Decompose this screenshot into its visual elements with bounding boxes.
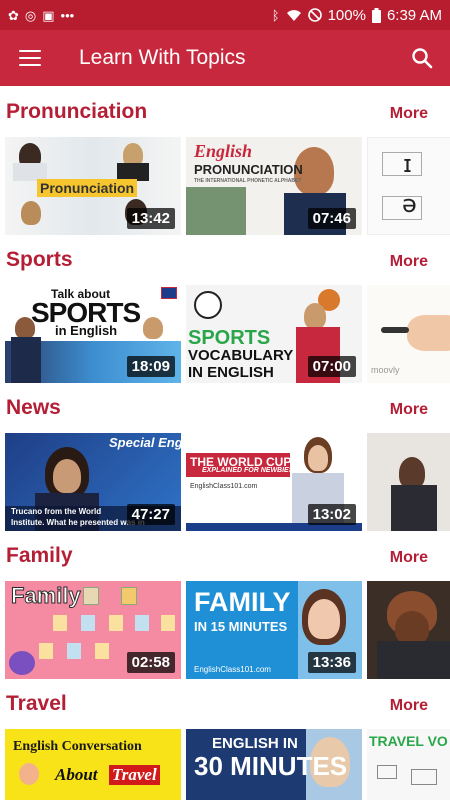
video-caption: ɪ: [403, 150, 412, 178]
video-caption: in English: [55, 323, 118, 338]
video-duration: 13:42: [126, 208, 175, 229]
video-thumbnail[interactable]: moovly: [367, 285, 450, 383]
video-row: English Conversation About Travel ENGLIS…: [5, 729, 450, 800]
video-thumbnail[interactable]: FAMILY IN 15 MINUTES EnglishClass101.com…: [186, 581, 362, 679]
app-title: Learn With Topics: [79, 46, 246, 69]
more-notifications-icon: •••: [60, 7, 75, 23]
video-thumbnail[interactable]: [367, 581, 450, 679]
video-thumbnail[interactable]: English PRONUNCIATION THE INTERNATIONAL …: [186, 137, 362, 235]
section-pronunciation: Pronunciation More Pronunciation 13:42 E…: [0, 86, 450, 235]
do-not-disturb-icon: [307, 8, 322, 22]
section-family: Family More Family 02:58 FAMILY IN 15 MI…: [0, 530, 450, 679]
bluetooth-icon: ᛒ: [271, 7, 280, 23]
video-caption: EnglishClass101.com: [194, 665, 271, 674]
video-caption: PRONUNCIATION: [194, 162, 303, 177]
video-caption: VOCABULARY: [188, 347, 294, 364]
status-bar: ✿ ◎ ▣ ••• ᛒ 100% 6:39 AM: [0, 0, 450, 30]
section-travel: Travel More English Conversation About T…: [0, 678, 450, 800]
search-button[interactable]: [394, 30, 450, 86]
video-caption: IN 15 MINUTES: [194, 619, 288, 634]
video-caption: About: [55, 765, 98, 784]
more-button[interactable]: More: [390, 549, 428, 567]
search-icon: [412, 48, 433, 69]
video-row: Family 02:58 FAMILY IN 15 MINUTES Englis…: [5, 581, 450, 679]
video-caption: EXPLAINED FOR NEWBIES!: [202, 467, 296, 474]
section-title: Family: [6, 544, 73, 567]
video-row: Talk about SPORTS in English 18:09 SPORT…: [5, 285, 450, 383]
video-caption: 30 MINUTES: [194, 751, 348, 781]
battery-icon: [371, 7, 381, 23]
video-caption: Special English: [109, 435, 181, 450]
video-caption: IN ENGLISH: [188, 364, 274, 381]
video-duration: 07:00: [307, 356, 356, 377]
video-caption: English Conversation: [13, 739, 142, 754]
status-left-icons: ✿ ◎ ▣ •••: [8, 9, 74, 22]
video-caption: ENGLISH IN: [212, 735, 298, 752]
video-caption: THE INTERNATIONAL PHONETIC ALPHABET: [194, 178, 302, 184]
video-duration: 02:58: [126, 652, 175, 673]
status-right-icons: ᛒ 100% 6:39 AM: [272, 7, 442, 24]
video-row: Pronunciation 13:42 English PRONUNCIATIO…: [5, 137, 450, 235]
more-button[interactable]: More: [390, 401, 428, 419]
video-thumbnail[interactable]: Talk about SPORTS in English 18:09: [5, 285, 181, 383]
video-thumbnail[interactable]: THE WORLD CUP EXPLAINED FOR NEWBIES! Eng…: [186, 433, 362, 531]
battery-percent: 100%: [327, 6, 366, 24]
status-time: 6:39 AM: [386, 6, 442, 24]
video-duration: 13:36: [307, 652, 356, 673]
video-duration: 07:46: [307, 208, 356, 229]
target-icon: ◎: [24, 7, 37, 23]
section-title: News: [6, 396, 61, 419]
video-caption: FAMILY: [194, 587, 291, 617]
video-thumbnail[interactable]: Family 02:58: [5, 581, 181, 679]
video-duration: 47:27: [126, 504, 175, 525]
camera-app-icon: ▣: [42, 7, 55, 23]
section-title: Sports: [6, 248, 73, 271]
app-bar: Learn With Topics: [0, 30, 450, 86]
wifi-icon: [286, 10, 301, 21]
sync-icon: ✿: [8, 7, 19, 23]
menu-icon: [19, 50, 41, 66]
more-button[interactable]: More: [390, 697, 428, 715]
video-caption: Travel: [109, 765, 160, 785]
video-thumbnail[interactable]: SPORTS VOCABULARY IN ENGLISH 07:00: [186, 285, 362, 383]
video-caption: English: [194, 141, 253, 161]
section-sports: Sports More Talk about SPORTS in English…: [0, 234, 450, 383]
video-caption: Family: [11, 583, 82, 609]
video-caption: Trucano from the World: [11, 507, 102, 516]
video-thumbnail[interactable]: English Conversation About Travel: [5, 729, 181, 800]
video-row: Special English Trucano from the World I…: [5, 433, 450, 531]
video-thumbnail[interactable]: [367, 433, 450, 531]
video-caption: Institute. What he presented was in: [11, 518, 145, 527]
video-thumbnail[interactable]: TRAVEL VO: [367, 729, 450, 800]
video-caption: ə: [402, 190, 417, 218]
section-title: Pronunciation: [6, 100, 148, 123]
topics-list[interactable]: Pronunciation More Pronunciation 13:42 E…: [0, 86, 450, 800]
video-caption: Pronunciation: [37, 179, 138, 197]
video-caption: EnglishClass101.com: [190, 483, 258, 490]
more-button[interactable]: More: [390, 253, 428, 271]
section-news: News More Special English Trucano from t…: [0, 382, 450, 531]
video-thumbnail[interactable]: Special English Trucano from the World I…: [5, 433, 181, 531]
video-thumbnail[interactable]: Pronunciation 13:42: [5, 137, 181, 235]
video-thumbnail[interactable]: ɪ ə: [367, 137, 450, 235]
more-button[interactable]: More: [390, 105, 428, 123]
video-caption: moovly: [371, 365, 400, 375]
menu-button[interactable]: [0, 30, 60, 86]
video-duration: 13:02: [307, 504, 356, 525]
section-title: Travel: [6, 692, 67, 715]
video-duration: 18:09: [126, 356, 175, 377]
video-thumbnail[interactable]: ENGLISH IN 30 MINUTES: [186, 729, 362, 800]
video-caption: TRAVEL VO: [369, 733, 448, 749]
